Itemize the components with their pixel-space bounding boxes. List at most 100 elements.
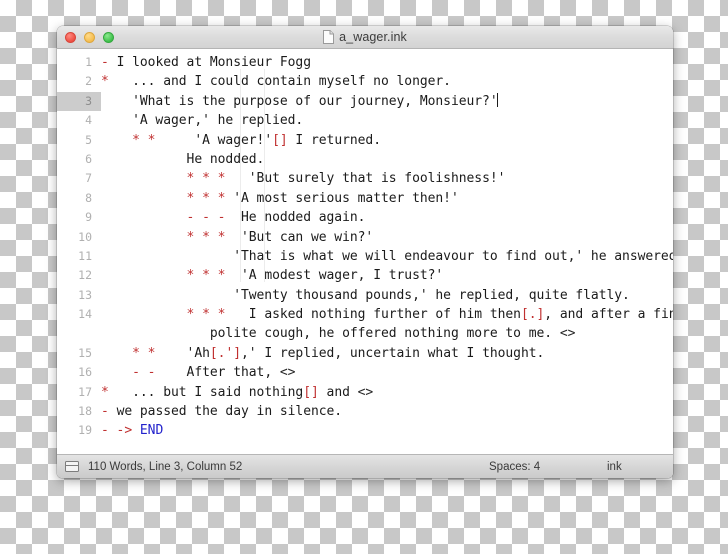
code-text: polite cough, he offered nothing more to… bbox=[101, 326, 560, 342]
code-line[interactable]: 'That is what we will endeavour to find … bbox=[101, 247, 673, 266]
ink-marker: - bbox=[101, 404, 117, 420]
ink-marker: * * * bbox=[101, 307, 226, 323]
code-line[interactable]: - - - He nodded again. bbox=[101, 208, 673, 227]
ink-keyword: END bbox=[139, 423, 164, 439]
code-text: I looked at Monsieur Fogg bbox=[116, 55, 311, 70]
line-number-continuation bbox=[57, 324, 101, 343]
window-titlebar[interactable]: a_wager.ink bbox=[57, 26, 673, 49]
code-line[interactable]: * * * 'But surely that is foolishness!' bbox=[101, 169, 673, 188]
code-line[interactable]: polite cough, he offered nothing more to… bbox=[101, 324, 673, 343]
line-number: 10 bbox=[78, 229, 92, 244]
editor-window: a_wager.ink 1 2 3 4 5 6 7 8 9 10 11 12 13 14 15 16 17 18… bbox=[57, 26, 673, 478]
code-editor[interactable]: 1 2 3 4 5 6 7 8 9 10 11 12 13 14 15 16 17 18 19 - I looke… bbox=[57, 49, 673, 454]
code-text: 'What is the purpose of our journey, Mon… bbox=[101, 93, 498, 109]
code-text: 'Twenty thousand pounds,' he replied, qu… bbox=[101, 287, 630, 303]
ink-glue-glyph: <> bbox=[357, 384, 374, 400]
ink-marker: * * * bbox=[101, 190, 226, 206]
line-number: 2 bbox=[85, 74, 92, 89]
ink-marker: * * bbox=[101, 345, 179, 361]
close-button[interactable] bbox=[65, 31, 76, 43]
status-indent-setting[interactable]: Spaces: 4 bbox=[489, 461, 540, 473]
code-text: He nodded again. bbox=[225, 210, 366, 226]
indent-guide bbox=[264, 69, 265, 282]
code-text: 'A wager!' bbox=[186, 132, 273, 148]
code-text: and bbox=[318, 384, 358, 400]
code-text: ... and I could contain myself no longer… bbox=[132, 74, 451, 90]
code-text: 'A modest wager, I trust?' bbox=[225, 268, 444, 284]
document-icon bbox=[323, 30, 335, 44]
vertical-scrollbar[interactable] bbox=[668, 49, 673, 454]
code-line[interactable]: * * 'A wager!'[] I returned. bbox=[101, 131, 673, 150]
code-text: 'Ah bbox=[178, 345, 210, 361]
code-line[interactable]: * * * I asked nothing further of him the… bbox=[101, 305, 673, 324]
minimize-button[interactable] bbox=[84, 31, 95, 43]
code-text: I returned. bbox=[287, 132, 381, 148]
code-text: I asked nothing further of him then bbox=[225, 307, 521, 323]
ink-marker: * * * bbox=[101, 171, 226, 187]
code-line[interactable]: 'What is the purpose of our journey, Mon… bbox=[101, 92, 673, 111]
code-line[interactable]: * ... and I could contain myself no long… bbox=[101, 72, 673, 91]
code-text: ,' I replied, uncertain what I thought. bbox=[241, 345, 545, 361]
ink-marker: - -> bbox=[101, 423, 140, 439]
code-text: , and after a final, bbox=[544, 307, 673, 323]
text-cursor bbox=[497, 92, 499, 107]
line-number: 19 bbox=[78, 423, 92, 438]
ink-glue-glyph: <> bbox=[559, 326, 576, 342]
maximize-button[interactable] bbox=[103, 31, 114, 43]
code-line[interactable]: * * * 'But can we win?' bbox=[101, 228, 673, 247]
line-number: 8 bbox=[85, 190, 92, 205]
line-number: 6 bbox=[85, 151, 92, 166]
line-number: 9 bbox=[85, 210, 92, 225]
window-title: a_wager.ink bbox=[339, 30, 407, 44]
code-text: we passed the day in silence. bbox=[116, 404, 343, 420]
ink-marker: - - bbox=[101, 365, 179, 381]
line-number: 14 bbox=[78, 307, 92, 322]
status-cursor-position: 110 Words, Line 3, Column 52 bbox=[88, 460, 243, 473]
code-line[interactable]: * * * 'A modest wager, I trust?' bbox=[101, 266, 673, 285]
code-line[interactable]: - -> END bbox=[101, 421, 673, 440]
code-text: 'A wager,' he replied. bbox=[101, 113, 304, 129]
indent-guide bbox=[240, 69, 241, 282]
code-line[interactable]: He nodded. bbox=[101, 150, 673, 169]
line-number: 11 bbox=[78, 248, 92, 263]
line-number: 12 bbox=[78, 268, 92, 283]
ink-marker: [.] bbox=[520, 307, 545, 323]
window-title-group: a_wager.ink bbox=[57, 30, 673, 44]
code-line[interactable]: - I looked at Monsieur Fogg bbox=[101, 53, 673, 72]
line-number: 3 bbox=[57, 91, 101, 112]
line-number: 5 bbox=[85, 132, 92, 147]
panel-toggle-icon[interactable] bbox=[65, 461, 79, 472]
ink-marker: [.'] bbox=[209, 345, 241, 361]
code-line[interactable]: - - After that, <> bbox=[101, 363, 673, 382]
line-number: 4 bbox=[85, 113, 92, 128]
code-text: 'That is what we will endeavour to find … bbox=[101, 248, 673, 264]
status-bar: 110 Words, Line 3, Column 52 Spaces: 4 i… bbox=[57, 454, 673, 478]
line-number: 16 bbox=[78, 365, 92, 380]
code-text: 'But surely that is foolishness!' bbox=[225, 171, 506, 187]
code-line[interactable]: * * * 'A most serious matter then!' bbox=[101, 189, 673, 208]
line-number: 18 bbox=[78, 404, 92, 419]
line-number: 7 bbox=[85, 171, 92, 186]
ink-marker: - bbox=[101, 55, 117, 70]
code-text: 'A most serious matter then!' bbox=[225, 190, 459, 206]
code-text: 'But can we win?' bbox=[225, 229, 374, 245]
code-line[interactable]: 'A wager,' he replied. bbox=[101, 111, 673, 130]
code-line[interactable]: 'Twenty thousand pounds,' he replied, qu… bbox=[101, 286, 673, 305]
line-number: 1 bbox=[85, 55, 92, 69]
line-number-gutter: 1 2 3 4 5 6 7 8 9 10 11 12 13 14 15 16 17 18 19 bbox=[57, 49, 101, 454]
code-line[interactable]: * ... but I said nothing[] and <> bbox=[101, 383, 673, 402]
ink-marker: * bbox=[101, 74, 133, 90]
code-content-area[interactable]: - I looked at Monsieur Fogg * ... and I c… bbox=[101, 49, 673, 454]
line-number: 15 bbox=[78, 345, 92, 360]
code-line[interactable]: * * 'Ah[.'],' I replied, uncertain what … bbox=[101, 344, 673, 363]
line-number: 13 bbox=[78, 287, 92, 302]
code-lines: - I looked at Monsieur Fogg * ... and I c… bbox=[101, 53, 673, 441]
ink-marker: [] bbox=[303, 384, 319, 400]
window-controls bbox=[65, 26, 114, 48]
ink-marker: - - - bbox=[101, 210, 226, 226]
scrollbar-thumb[interactable] bbox=[669, 51, 672, 201]
code-line[interactable]: - we passed the day in silence. bbox=[101, 402, 673, 421]
ink-marker: [] bbox=[272, 132, 288, 148]
ink-glue-glyph: <> bbox=[279, 365, 296, 381]
status-syntax-mode[interactable]: ink bbox=[607, 461, 622, 473]
